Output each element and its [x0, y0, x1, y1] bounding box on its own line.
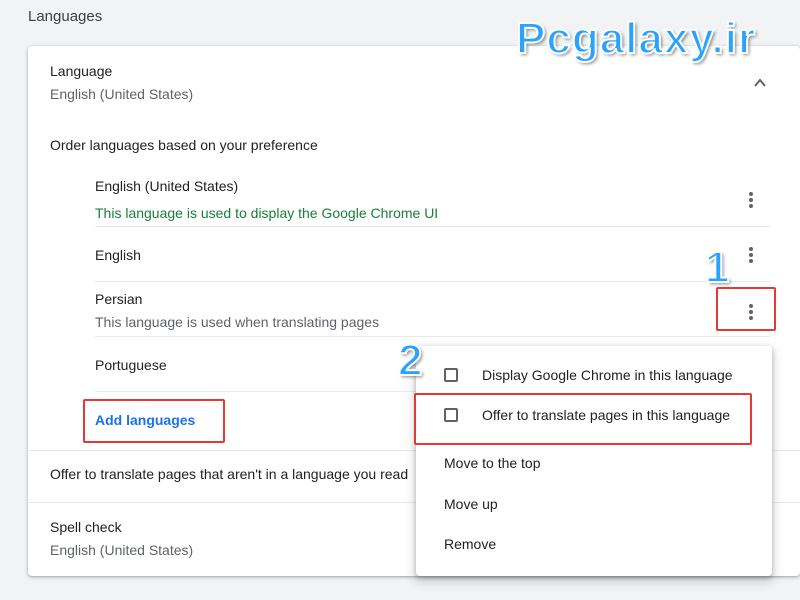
- menu-item-label: Move up: [444, 496, 498, 512]
- menu-item-label: Move to the top: [444, 455, 541, 471]
- divider: [95, 226, 771, 227]
- highlight-box-kebab: [716, 287, 776, 331]
- more-actions-icon[interactable]: [741, 190, 761, 210]
- highlight-box-offer-translate: [414, 393, 752, 445]
- language-name: English (United States): [95, 178, 239, 194]
- language-context-menu: Display Google Chrome in this language O…: [416, 346, 772, 576]
- menu-item-remove[interactable]: Remove: [416, 527, 772, 561]
- spell-check-value: English (United States): [50, 542, 194, 558]
- step-number-2: 2: [397, 335, 424, 386]
- more-actions-icon[interactable]: [741, 245, 761, 265]
- spell-check-label: Spell check: [50, 519, 122, 535]
- menu-item-move-to-top[interactable]: Move to the top: [416, 446, 772, 480]
- language-label: Language: [50, 63, 113, 79]
- divider: [95, 336, 771, 337]
- divider: [95, 281, 771, 282]
- offer-translate-setting[interactable]: Offer to translate pages that aren't in …: [50, 466, 408, 482]
- language-name: Persian: [95, 291, 143, 307]
- watermark-logo: Pcgalaxy.ir: [515, 13, 757, 64]
- language-name: Portuguese: [95, 357, 167, 373]
- language-value: English (United States): [50, 86, 194, 102]
- chevron-up-icon[interactable]: [754, 77, 766, 89]
- language-name: English: [95, 247, 141, 263]
- checkbox[interactable]: [444, 368, 458, 382]
- highlight-box-add-languages: [83, 399, 225, 443]
- languages-section-title: Languages: [28, 8, 103, 25]
- step-number-1: 1: [704, 242, 731, 293]
- language-note: This language is used when translating p…: [95, 314, 380, 330]
- order-languages-heading: Order languages based on your preference: [50, 137, 318, 153]
- menu-item-label: Remove: [444, 536, 497, 552]
- menu-item-display-chrome[interactable]: Display Google Chrome in this language: [416, 358, 772, 392]
- menu-item-move-up[interactable]: Move up: [416, 487, 772, 521]
- menu-item-label: Display Google Chrome in this language: [482, 367, 733, 383]
- language-note: This language is used to display the Goo…: [95, 205, 439, 221]
